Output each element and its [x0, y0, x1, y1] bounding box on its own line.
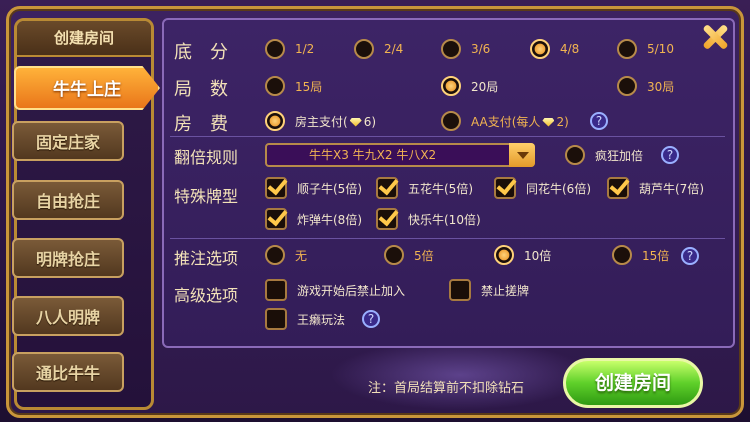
checkbox-checked-icon: [376, 177, 398, 199]
checkbox-special-wuhua[interactable]: 五花牛(5倍): [376, 177, 473, 199]
diamond-icon: [542, 117, 555, 127]
checkbox-special-zhadan[interactable]: 炸弹牛(8倍): [265, 208, 362, 230]
radio-crazy-double[interactable]: 疯狂加倍: [565, 145, 643, 165]
radio-base-3[interactable]: 3/6: [441, 39, 490, 59]
radio-rounds-20[interactable]: 20局: [441, 76, 498, 96]
checkbox-checked-icon: [607, 177, 629, 199]
radio-icon: [617, 39, 637, 59]
radio-icon: [384, 245, 404, 265]
sidebar-item-tongbi-niuniu[interactable]: 通比牛牛: [12, 352, 124, 392]
radio-selected-icon: [530, 39, 550, 59]
close-icon[interactable]: [700, 22, 730, 52]
checkbox-checked-icon: [265, 177, 287, 199]
help-icon[interactable]: ?: [362, 310, 380, 328]
multiplier-select[interactable]: 牛牛X3 牛九X2 牛八X2: [265, 143, 535, 167]
row-label-fee: 房 费: [174, 114, 228, 135]
radio-bet-15[interactable]: 15倍: [612, 245, 669, 265]
divider: [170, 238, 725, 239]
radio-bet-none[interactable]: 无: [265, 245, 307, 265]
footer-note: 注：首局结算前不扣除钻石: [368, 381, 525, 396]
radio-icon: [441, 111, 461, 131]
sidebar-item-baren-mingpai[interactable]: 八人明牌: [12, 296, 124, 336]
chevron-down-icon[interactable]: [509, 143, 535, 167]
radio-base-5[interactable]: 5/10: [617, 39, 674, 59]
radio-icon: [612, 245, 632, 265]
divider: [170, 136, 725, 137]
radio-rounds-15[interactable]: 15局: [265, 76, 322, 96]
sidebar-title: 创建房间: [17, 21, 151, 57]
radio-rounds-30[interactable]: 30局: [617, 76, 674, 96]
diamond-icon: [349, 117, 362, 127]
radio-icon: [265, 39, 285, 59]
radio-bet-5[interactable]: 5倍: [384, 245, 434, 265]
sidebar-item-guding-zhuangjia[interactable]: 固定庄家: [12, 121, 124, 161]
checkbox-no-join-after-start[interactable]: 游戏开始后禁止加入: [265, 279, 405, 301]
checkbox-icon: [449, 279, 471, 301]
checkbox-checked-icon: [376, 208, 398, 230]
radio-icon: [265, 245, 285, 265]
checkbox-no-card-rub[interactable]: 禁止搓牌: [449, 279, 529, 301]
radio-icon: [265, 76, 285, 96]
decorative-glow: [330, 340, 590, 410]
radio-selected-icon: [265, 111, 285, 131]
row-label-base: 底 分: [174, 42, 228, 63]
radio-fee-owner[interactable]: 房主支付(6): [265, 111, 376, 131]
checkbox-special-hulu[interactable]: 葫芦牛(7倍): [607, 177, 704, 199]
row-label-multiplier: 翻倍规则: [174, 148, 239, 167]
create-room-button[interactable]: 创建房间: [563, 358, 703, 408]
help-icon[interactable]: ?: [681, 247, 699, 265]
radio-icon: [441, 39, 461, 59]
sidebar-item-mingpai-qiangzhuang[interactable]: 明牌抢庄: [12, 238, 124, 278]
radio-base-2[interactable]: 2/4: [354, 39, 403, 59]
radio-base-4[interactable]: 4/8: [530, 39, 579, 59]
help-icon[interactable]: ?: [590, 112, 608, 130]
row-label-special: 特殊牌型: [174, 187, 239, 206]
checkbox-special-shunzi[interactable]: 顺子牛(5倍): [265, 177, 362, 199]
radio-selected-icon: [494, 245, 514, 265]
checkbox-checked-icon: [494, 177, 516, 199]
sidebar-item-niuniu-shangzhuang[interactable]: 牛牛上庄: [14, 66, 160, 110]
radio-selected-icon: [441, 76, 461, 96]
row-label-rounds: 局 数: [174, 79, 228, 100]
row-label-advanced: 高级选项: [174, 286, 239, 305]
radio-fee-aa[interactable]: AA支付(每人 2): [441, 111, 569, 131]
radio-bet-10[interactable]: 10倍: [494, 245, 551, 265]
checkbox-icon: [265, 308, 287, 330]
help-icon[interactable]: ?: [661, 146, 679, 164]
row-label-bet: 推注选项: [174, 249, 239, 268]
checkbox-icon: [265, 279, 287, 301]
checkbox-checked-icon: [265, 208, 287, 230]
checkbox-special-tonghua[interactable]: 同花牛(6倍): [494, 177, 591, 199]
sidebar-item-ziyou-qiangzhuang[interactable]: 自由抢庄: [12, 180, 124, 220]
radio-icon: [354, 39, 374, 59]
checkbox-wild-king[interactable]: 王癞玩法: [265, 308, 345, 330]
radio-icon: [617, 76, 637, 96]
radio-icon: [565, 145, 585, 165]
checkbox-special-kuaile[interactable]: 快乐牛(10倍): [376, 208, 481, 230]
radio-base-1[interactable]: 1/2: [265, 39, 314, 59]
